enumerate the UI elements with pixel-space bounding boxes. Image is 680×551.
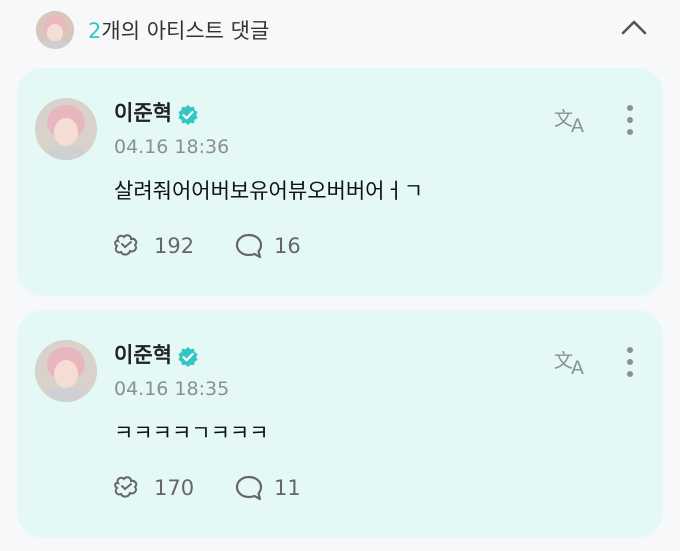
artist-comment-count: 2 [88,19,102,43]
avatar[interactable] [35,98,97,160]
artist-avatar-small [36,11,74,49]
comment-text: ㅋㅋㅋㅋㄱㅋㅋㅋ [114,421,269,445]
translate-icon[interactable]: 文 A [553,345,593,379]
more-vertical-icon[interactable] [623,344,637,380]
artist-comments-header[interactable]: 2개의 아티스트 댓글 [0,0,680,58]
svg-text:A: A [571,357,584,379]
like-icon[interactable] [112,474,142,502]
artist-comments-label: 개의 아티스트 댓글 [101,19,270,43]
comment-timestamp: 04.16 18:35 [114,378,230,400]
comment-text: 살려줘어어버보유어뷰오버버어ㅓㄱ [114,179,424,203]
like-count: 170 [154,476,195,500]
like-count: 192 [154,234,195,258]
more-vertical-icon[interactable] [623,102,637,138]
comment-bubble-icon[interactable] [234,232,264,260]
like-icon[interactable] [112,232,142,260]
reply-count: 11 [274,476,301,500]
comment-card: 이준혁 04.16 18:35 ㅋㅋㅋㅋㄱㅋㅋㅋ 文 A 170 11 [17,310,663,538]
reply-count: 16 [274,234,301,258]
comment-author[interactable]: 이준혁 [114,339,172,369]
verified-badge-icon [177,346,199,368]
verified-badge-icon [177,104,199,126]
comment-bubble-icon[interactable] [234,474,264,502]
translate-icon[interactable]: 文 A [553,103,593,137]
svg-text:A: A [571,115,584,137]
comment-card: 이준혁 04.16 18:36 살려줘어어버보유어뷰오버버어ㅓㄱ 文 A 192 [17,68,663,296]
comment-author[interactable]: 이준혁 [114,97,172,127]
avatar[interactable] [35,340,97,402]
artist-comments-title: 2개의 아티스트 댓글 [88,15,269,45]
comment-timestamp: 04.16 18:36 [114,136,230,158]
chevron-up-icon[interactable] [620,16,648,40]
